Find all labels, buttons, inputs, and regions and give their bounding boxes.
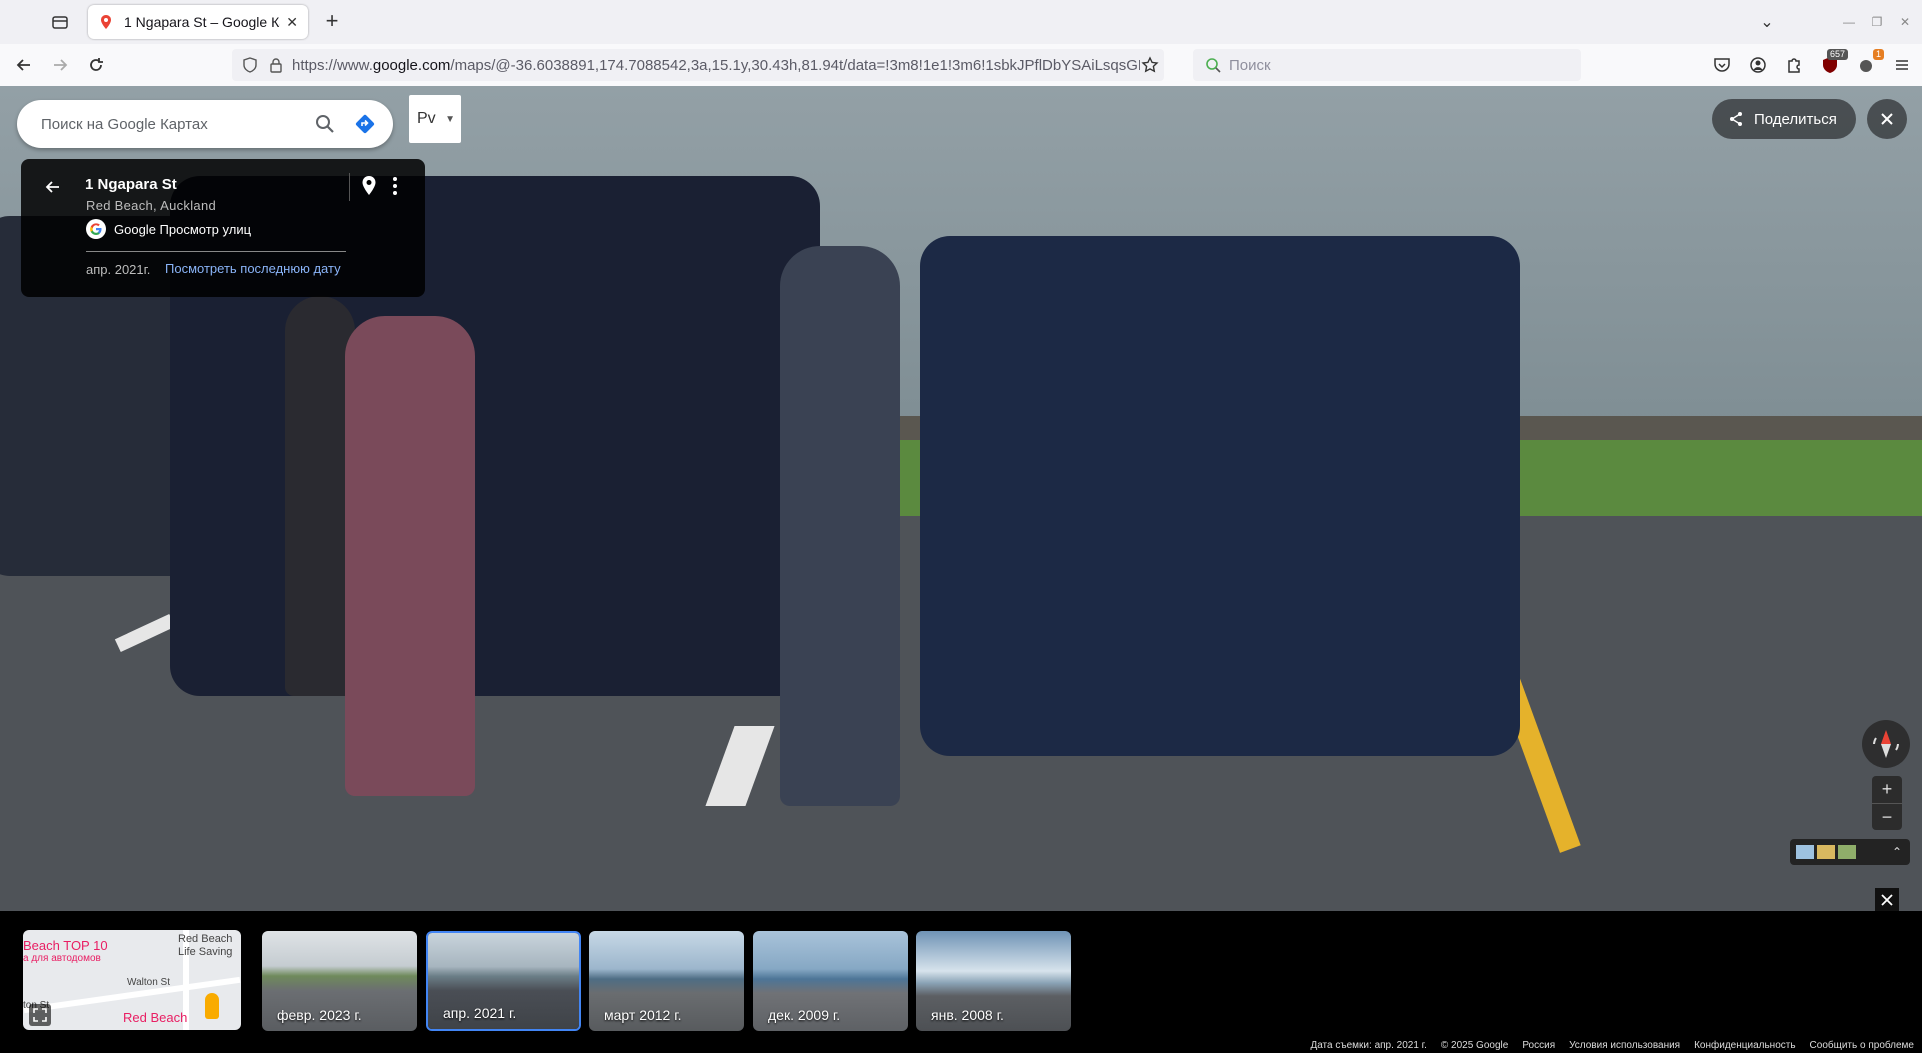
car-skoda [920,236,1520,756]
reload-icon[interactable] [84,53,108,77]
back-arrow-icon[interactable] [41,175,65,199]
compass-icon [1873,730,1899,758]
extension-icon[interactable]: 1 [1854,49,1884,77]
timeline-tile-selected[interactable]: апр. 2021 г. [426,931,581,1031]
expand-map-icon[interactable] [29,1004,51,1026]
ublock-extension-icon[interactable]: 657 [1818,49,1848,77]
street-view-source-label: Google Просмотр улиц [114,221,252,237]
copyright: © 2025 Google [1440,1040,1509,1051]
extensions-puzzle-icon[interactable] [1782,53,1806,77]
tile-label: март 2012 г. [604,1007,682,1023]
tile-label: апр. 2021 г. [443,1005,517,1021]
minimap-poi-sublabel: а для автодомов [23,953,101,964]
timeline-tile[interactable]: янв. 2008 г. [916,931,1071,1031]
minimize-window-icon[interactable]: — [1838,11,1860,33]
see-latest-date-link[interactable]: Посмотреть последнюю дату [165,261,341,276]
maps-search-input[interactable]: Поиск на Google Картах [41,116,305,133]
maps-footer: Дата съемки: апр. 2021 г. © 2025 Google … [1310,1040,1914,1051]
lock-icon[interactable] [266,55,286,75]
tab-overflow-chevron-icon[interactable]: ⌄ [1756,11,1778,33]
person [780,246,900,806]
browser-search-field[interactable]: Поиск [1193,49,1581,81]
share-icon [1730,112,1742,126]
location-info-card: 1 Ngapara St Red Beach, Auckland Google … [21,159,425,297]
tab-list-icon[interactable] [46,10,74,34]
dropdown-arrow-icon[interactable]: ▼ [445,114,455,125]
zoom-out-button[interactable]: − [1872,804,1902,831]
minimap-street-label: Walton St [127,977,170,988]
zoom-in-button[interactable]: + [1872,776,1902,803]
timeline-tile[interactable]: февр. 2023 г. [262,931,417,1031]
back-arrow-icon[interactable] [12,53,36,77]
capture-date-footer: Дата съемки: апр. 2021 г. [1310,1040,1427,1051]
maps-search-box[interactable]: Поиск на Google Картах [17,100,393,148]
forward-arrow-icon[interactable] [48,53,72,77]
directions-icon[interactable] [345,104,385,144]
location-address: 1 Ngapara St [85,176,177,193]
extension-badge: 1 [1872,49,1884,60]
minimap-poi-label: Red Beach Life Saving [178,933,233,958]
share-button[interactable]: Поделиться [1712,99,1856,139]
minimap-poi-label: Beach TOP 10 [23,938,108,953]
close-icon [1881,894,1893,906]
close-icon [1881,113,1893,125]
pocket-icon[interactable] [1710,53,1734,77]
google-maps-favicon [101,15,111,29]
minimap-place-label: Red Beach [123,1010,188,1025]
person [345,316,475,796]
expand-chevron-icon[interactable]: ⌃ [1892,845,1902,859]
ublock-badge: 657 [1826,49,1848,60]
pegman-icon[interactable] [205,993,219,1019]
location-locality: Red Beach, Auckland [86,198,217,213]
layer-switcher[interactable]: Рv ▼ [409,95,461,143]
photo-thumbnail-icon[interactable] [1838,845,1856,859]
google-logo-icon [86,219,106,239]
account-icon[interactable] [1746,53,1770,77]
browser-tab-bar: 1 Ngapara St – Google Карты ✕ + ⌄ — ❐ ✕ [0,0,1922,44]
search-engine-icon [1206,58,1221,73]
location-pin-icon[interactable] [359,175,379,197]
street-view-source: Google Просмотр улиц [86,219,251,239]
terrain-thumbnail-icon[interactable] [1817,845,1835,859]
capture-date: апр. 2021г. [86,262,151,277]
address-bar[interactable]: https://www.google.com/maps/@-36.6038891… [232,49,1164,81]
share-label: Поделиться [1754,110,1837,128]
terms-link[interactable]: Условия использования [1569,1040,1680,1051]
compass-button[interactable] [1862,720,1910,768]
browser-tab-active[interactable]: 1 Ngapara St – Google Карты ✕ [88,5,308,39]
browser-nav-bar: https://www.google.com/maps/@-36.6038891… [0,44,1922,87]
layer-label: Рv [417,110,436,127]
close-street-view-button[interactable] [1867,99,1907,139]
satellite-thumbnail-icon[interactable] [1796,845,1814,859]
imagery-thumbnails[interactable]: ⌃ [1790,839,1910,865]
report-problem-link[interactable]: Сообщить о проблеме [1810,1040,1914,1051]
time-travel-strip: Beach TOP 10 а для автодомов Red Beach Li… [0,911,1922,1053]
close-window-icon[interactable]: ✕ [1894,11,1916,33]
divider [349,173,350,201]
timeline-tile[interactable]: дек. 2009 г. [753,931,908,1031]
restore-window-icon[interactable]: ❐ [1866,11,1888,33]
tile-label: февр. 2023 г. [277,1007,362,1023]
hamburger-menu-icon[interactable] [1890,53,1914,77]
privacy-link[interactable]: Конфиденциальность [1694,1040,1795,1051]
more-options-icon[interactable] [387,175,403,197]
browser-search-placeholder: Поиск [1229,56,1271,74]
shield-icon[interactable] [240,55,260,75]
divider [86,251,346,252]
url-text: https://www.google.com/maps/@-36.6038891… [292,56,1140,74]
minimap[interactable]: Beach TOP 10 а для автодомов Red Beach Li… [23,930,241,1030]
tile-label: янв. 2008 г. [931,1007,1004,1023]
bookmark-star-icon[interactable] [1140,55,1160,75]
tile-label: дек. 2009 г. [768,1007,841,1023]
tab-close-icon[interactable]: ✕ [286,14,298,31]
search-icon[interactable] [305,104,345,144]
country-link[interactable]: Россия [1522,1040,1555,1051]
close-timeline-button[interactable] [1875,888,1899,912]
zoom-control: + − [1872,776,1902,830]
new-tab-button[interactable]: + [320,10,344,34]
tab-title: 1 Ngapara St – Google Карты [124,14,280,30]
timeline-tile[interactable]: март 2012 г. [589,931,744,1031]
